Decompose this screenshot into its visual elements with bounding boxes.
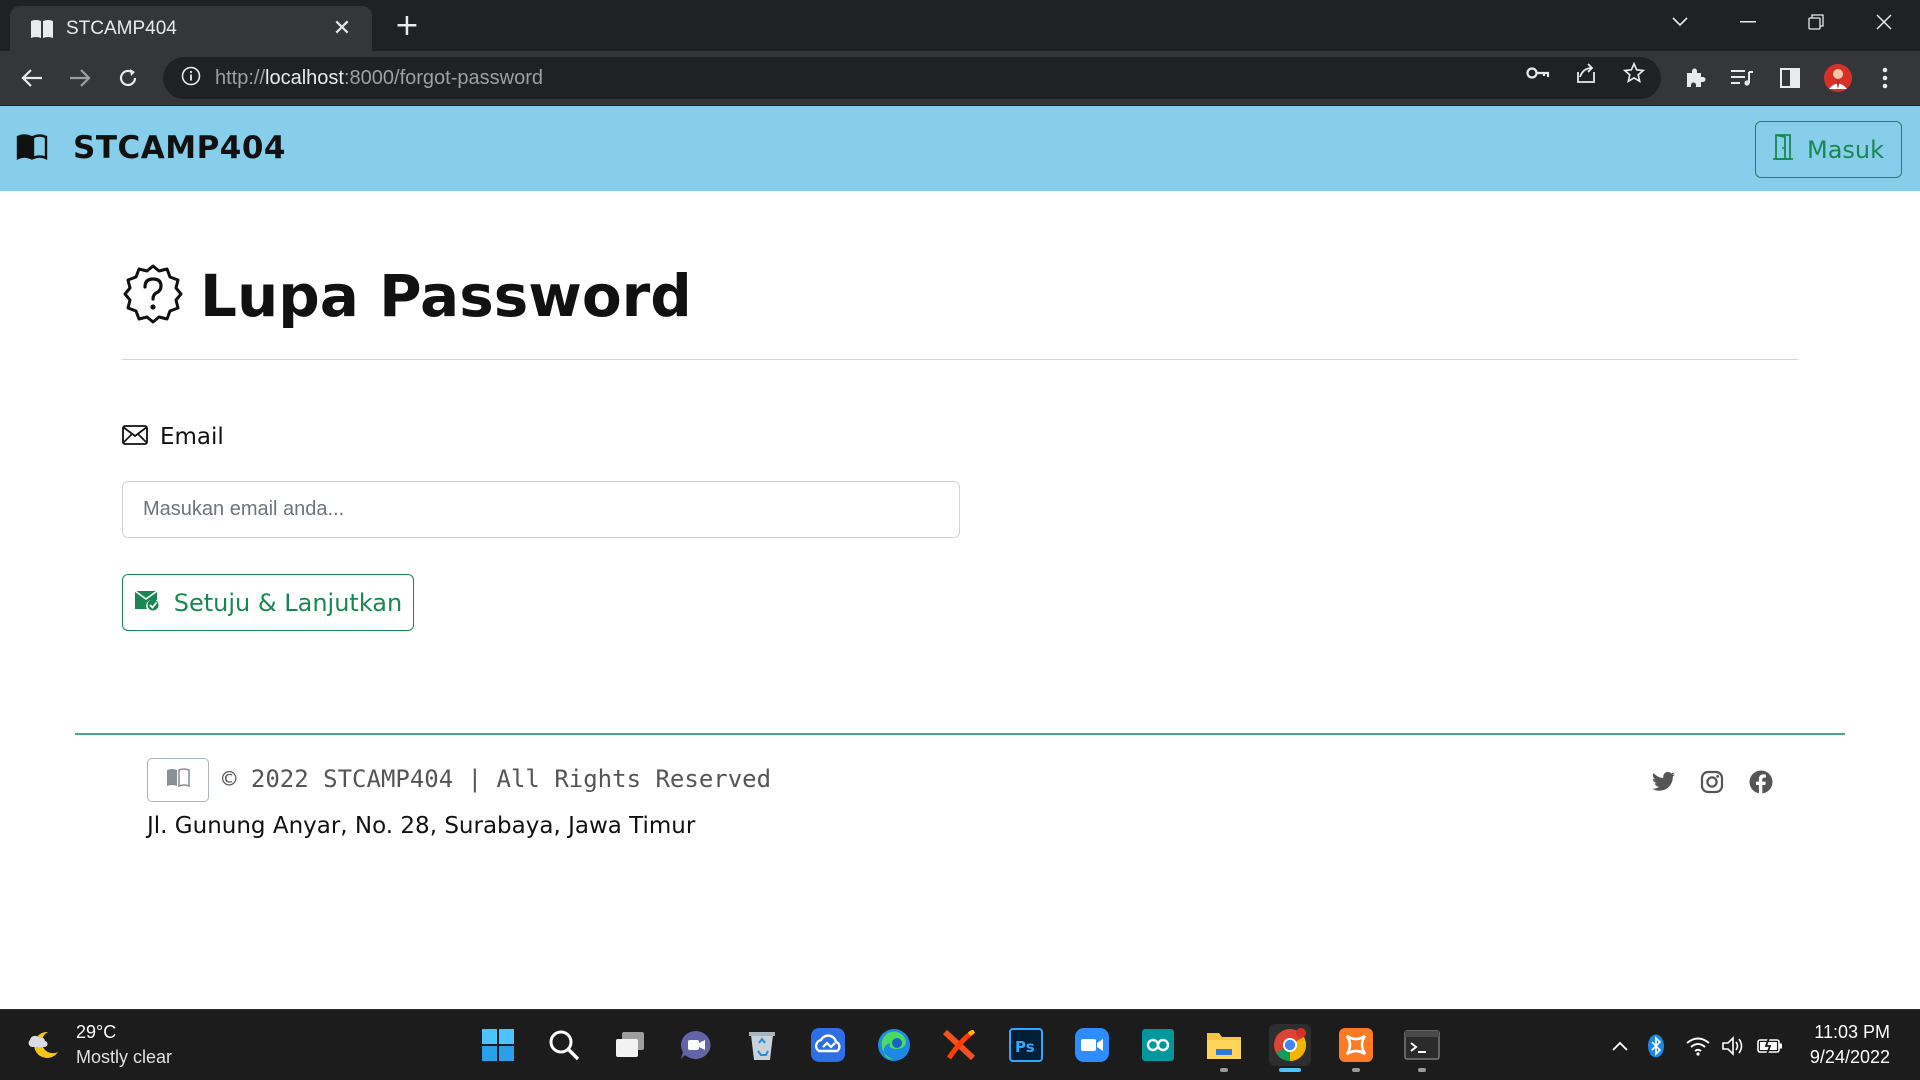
- zoom-icon[interactable]: [1071, 1024, 1113, 1066]
- email-label: Email: [160, 424, 224, 450]
- back-arrow-icon[interactable]: [14, 60, 50, 96]
- task-view-icon[interactable]: [609, 1024, 651, 1066]
- file-explorer-icon[interactable]: [1203, 1024, 1245, 1072]
- reload-icon[interactable]: [110, 60, 146, 96]
- forward-arrow-icon[interactable]: [62, 60, 98, 96]
- question-badge-icon: [122, 263, 184, 329]
- tab-close-icon[interactable]: ✕: [328, 16, 356, 41]
- email-input[interactable]: [122, 481, 960, 538]
- running-indicator: [1418, 1068, 1426, 1072]
- running-indicator: [1352, 1068, 1360, 1072]
- new-tab-button[interactable]: +: [390, 10, 424, 44]
- terminal-icon[interactable]: [1401, 1024, 1443, 1072]
- media-queue-icon[interactable]: [1727, 63, 1757, 93]
- xampp-icon[interactable]: [1335, 1024, 1377, 1072]
- site-navbar: STCAMP404 Masuk: [0, 106, 1920, 191]
- open-book-icon: [16, 134, 48, 162]
- edge-browser-icon[interactable]: [873, 1024, 915, 1066]
- facebook-icon[interactable]: [1747, 768, 1775, 796]
- twitter-icon[interactable]: [1650, 768, 1678, 796]
- bluetooth-icon[interactable]: [1642, 1032, 1670, 1060]
- envelope-icon: [122, 425, 148, 449]
- open-book-icon: [30, 17, 54, 41]
- windows-taskbar: 29°C Mostly clear Ps 11:03 PM 9/24/2022: [0, 1009, 1920, 1080]
- teams-chat-icon[interactable]: [675, 1024, 717, 1066]
- email-label-row: Email: [122, 424, 224, 450]
- door-icon: [1772, 133, 1793, 166]
- moon-cloud-icon[interactable]: [26, 1026, 64, 1064]
- submit-label: Setuju & Lanjutkan: [173, 588, 403, 617]
- cloud-app-icon[interactable]: [807, 1024, 849, 1066]
- weather-description: Mostly clear: [76, 1047, 173, 1067]
- key-icon[interactable]: [1524, 59, 1552, 87]
- windows-start-icon[interactable]: [477, 1024, 519, 1066]
- title-divider: [122, 359, 1798, 360]
- address-text: Jl. Gunung Anyar, No. 28, Surabaya, Jawa…: [147, 813, 696, 839]
- page-header: Lupa Password: [122, 262, 692, 330]
- running-indicator: [1220, 1068, 1228, 1072]
- active-indicator: [1279, 1068, 1301, 1072]
- volume-icon[interactable]: [1720, 1032, 1748, 1060]
- arduino-icon[interactable]: [1137, 1024, 1179, 1066]
- browser-tab[interactable]: STCAMP404 ✕: [10, 6, 372, 51]
- footer-divider: [75, 733, 1845, 735]
- restore-icon[interactable]: [1786, 0, 1846, 44]
- recycle-bin-icon[interactable]: [741, 1024, 783, 1066]
- svg-text:Ps: Ps: [1015, 1038, 1035, 1056]
- chevron-up-icon[interactable]: [1606, 1032, 1634, 1060]
- weather-temperature: 29°C: [76, 1022, 117, 1042]
- url-text: http://localhost:8000/forgot-password: [215, 66, 543, 89]
- login-label: Masuk: [1806, 135, 1885, 164]
- search-icon[interactable]: [543, 1024, 585, 1066]
- site-info-icon[interactable]: [181, 66, 201, 90]
- tab-title: STCAMP404: [66, 17, 177, 39]
- wifi-icon[interactable]: [1684, 1032, 1712, 1060]
- copyright-text: © 2022 STCAMP404 | All Rights Reserved: [222, 765, 772, 793]
- submit-button[interactable]: Setuju & Lanjutkan: [122, 574, 414, 631]
- minimize-icon[interactable]: [1718, 0, 1778, 44]
- chrome-icon[interactable]: [1269, 1024, 1311, 1072]
- browser-toolbar: http://localhost:8000/forgot-password: [0, 51, 1920, 106]
- page-title: Lupa Password: [200, 262, 692, 330]
- share-icon[interactable]: [1572, 59, 1600, 87]
- instagram-icon[interactable]: [1698, 768, 1726, 796]
- footer-logo-button[interactable]: [147, 758, 209, 802]
- login-button[interactable]: Masuk: [1755, 121, 1902, 178]
- kebab-menu-icon[interactable]: [1870, 63, 1900, 93]
- profile-avatar[interactable]: [1823, 63, 1853, 93]
- envelope-check-icon: [134, 589, 160, 617]
- open-book-icon: [165, 768, 191, 792]
- clock-date[interactable]: 9/24/2022: [1810, 1047, 1890, 1068]
- tab-search-icon[interactable]: [1650, 0, 1710, 44]
- brand-name[interactable]: STCAMP404: [73, 130, 286, 166]
- photoshop-icon[interactable]: Ps: [1005, 1024, 1047, 1066]
- side-panel-icon[interactable]: [1775, 63, 1805, 93]
- battery-icon[interactable]: [1756, 1032, 1784, 1060]
- close-window-icon[interactable]: [1854, 0, 1914, 44]
- clock-time[interactable]: 11:03 PM: [1814, 1022, 1890, 1043]
- xampp-x-icon[interactable]: [939, 1024, 981, 1066]
- browser-tab-bar: STCAMP404 ✕ +: [0, 0, 1920, 51]
- extensions-icon[interactable]: [1680, 63, 1710, 93]
- bookmark-star-icon[interactable]: [1620, 59, 1648, 87]
- address-bar[interactable]: http://localhost:8000/forgot-password: [163, 57, 1661, 99]
